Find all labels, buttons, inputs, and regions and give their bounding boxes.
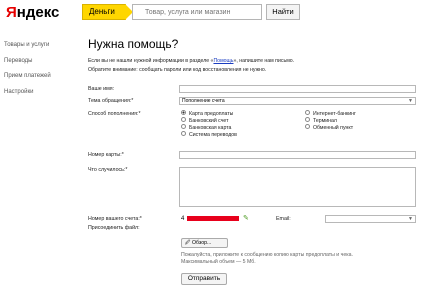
name-label: Ваше имя: [88,86,115,92]
page-title: Нужна помощь? [88,37,179,51]
sidebar-item-goods[interactable]: Товары и услуги [4,42,51,48]
radio-bank-account[interactable]: Банковский счет [181,117,229,124]
radio-prepaid-card[interactable]: Карта предоплаты [181,110,234,117]
find-button[interactable]: Найти [266,4,300,20]
search-input[interactable] [132,4,262,20]
radio-transfer-system[interactable]: Система переводов [181,131,237,138]
radio-label: Банковская карта [189,125,232,131]
radio-exchange-point[interactable]: Обменный пункт [305,124,354,131]
intro-text-b: », напишите нам письмо. [233,58,295,64]
browse-button[interactable]: 🖉 Обзор... [181,238,228,248]
radio-label: Обменный пункт [313,125,354,131]
yandex-logo[interactable]: Яндекс [6,4,59,21]
radio-dot-icon [181,110,186,116]
account-redaction [187,216,239,221]
radio-label: Терминал [313,118,337,124]
message-textarea[interactable] [179,167,416,207]
sidebar: Товары и услуги Переводы Прием платежей … [4,42,51,104]
radio-dot-icon [305,117,310,123]
name-field[interactable] [179,85,416,93]
logo-rest: ндекс [16,4,60,21]
hint-line-1: Пожалуйста, приложите к сообщению копию … [181,252,353,258]
account-label: Номер вашего счета:* [88,216,142,222]
method-label: Способ пополнения:* [88,111,141,117]
logo-first-letter: Я [6,4,17,21]
what-label: Что случилось:* [88,167,128,173]
sidebar-item-payments[interactable]: Прием платежей [4,73,51,79]
radio-label: Интернет-банкинг [313,111,356,117]
sidebar-item-transfers[interactable]: Переводы [4,58,51,64]
radio-terminal[interactable]: Терминал [305,117,337,124]
chevron-down-icon: ▼ [408,216,413,222]
topic-select-value: Пополнение счета [182,98,225,104]
radio-internet-banking[interactable]: Интернет-банкинг [305,110,356,117]
pencil-icon[interactable]: ✎ [243,214,249,222]
money-tab[interactable]: Деньги [82,4,133,20]
radio-label: Карта предоплаты [189,111,234,117]
radio-bank-card[interactable]: Банковская карта [181,124,232,131]
radio-dot-icon [181,131,186,137]
intro-text-a: Если вы не нашли нужной информации в раз… [88,58,214,64]
topic-select[interactable]: Пополнение счета ▼ [179,97,416,105]
radio-dot-icon [305,124,310,130]
attach-label: Присоединить файл: [88,225,140,231]
card-number-field[interactable] [179,151,416,159]
sidebar-item-settings[interactable]: Настройки [4,89,51,95]
intro-text: Если вы не нашли нужной информации в раз… [88,57,418,75]
help-link[interactable]: Помощь [213,58,233,64]
radio-dot-icon [181,117,186,123]
account-number: 4 [181,216,185,222]
card-label: Номер карты:* [88,152,124,158]
paperclip-icon: 🖉 [185,240,191,246]
attach-hint: Пожалуйста, приложите к сообщению копию … [181,252,421,266]
chevron-down-icon: ▼ [408,98,413,104]
topic-label: Тема обращения:* [88,98,134,104]
hint-line-2: Максимальный объем — 5 Мб. [181,259,256,265]
radio-label: Система переводов [189,132,237,138]
browse-button-label: Обзор... [191,240,212,246]
radio-dot-icon [305,110,310,116]
radio-dot-icon [181,124,186,130]
intro-warning: Обратите внимание: сообщать пароли или к… [88,67,267,73]
radio-label: Банковский счет [189,118,229,124]
email-select[interactable]: ▼ [325,215,416,223]
send-button[interactable]: Отправить [181,273,227,285]
email-label: Email: [276,216,291,222]
